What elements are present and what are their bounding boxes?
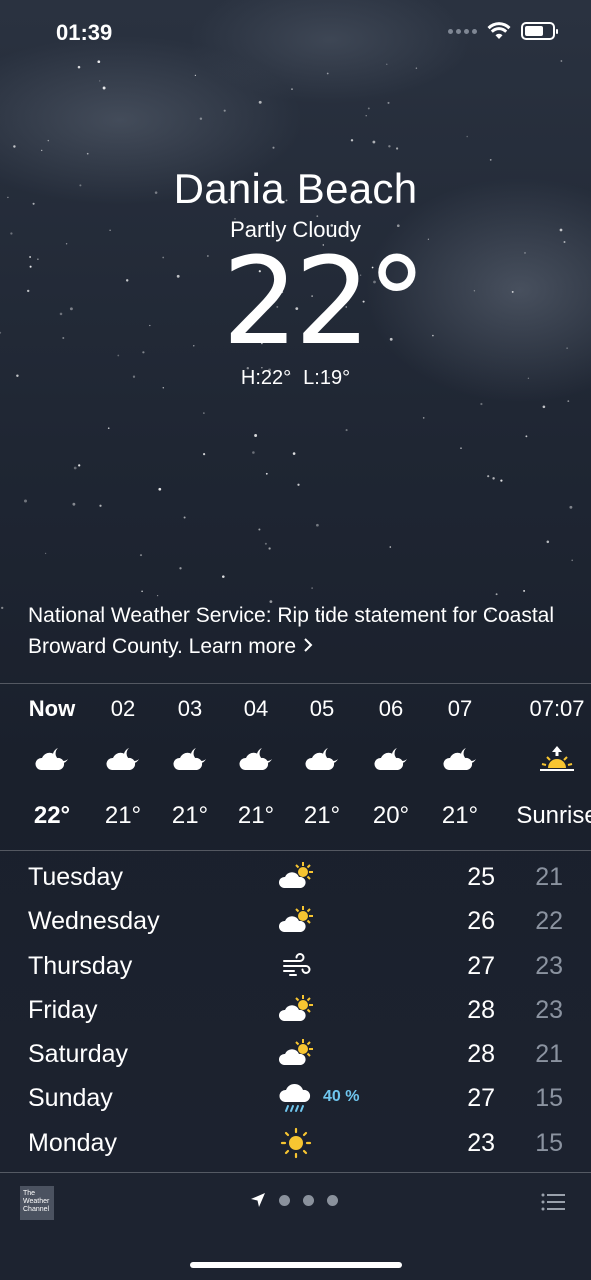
battery-icon xyxy=(521,22,558,40)
hour-label: Now xyxy=(28,696,76,721)
partly-sunny-icon xyxy=(278,1038,316,1070)
day-high: 23 xyxy=(467,1128,495,1157)
day-name: Monday xyxy=(28,1128,117,1157)
day-high: 28 xyxy=(467,995,495,1024)
weather-alert[interactable]: National Weather Service: Rip tide state… xyxy=(28,600,568,662)
chevron-right-icon xyxy=(302,631,314,662)
day-low: 15 xyxy=(535,1128,563,1157)
hour-temperature: 21° xyxy=(303,802,341,829)
day-low: 23 xyxy=(535,995,563,1024)
day-name: Friday xyxy=(28,995,98,1024)
day-low: 22 xyxy=(535,907,563,936)
weather-channel-logo[interactable]: The Weather Channel xyxy=(20,1186,54,1220)
hour-column: Now 22° xyxy=(12,684,92,850)
daily-forecast[interactable]: Tuesday 25 21 Wednesday 26 22 Thursday 27 23 Frid… xyxy=(0,855,591,1165)
list-icon[interactable] xyxy=(541,1192,565,1212)
cellular-signal-icon xyxy=(448,28,477,34)
day-low: 21 xyxy=(535,1040,563,1069)
hourly-forecast[interactable]: Now 22° 02 21° 03 21° 04 21° 05 21° 06 20° 07 21° 07:0… xyxy=(0,684,591,850)
current-weather: Dania Beach Partly Cloudy 22° H:22° L:19… xyxy=(0,165,591,390)
hour-column: 07 21° xyxy=(420,684,500,850)
partly-sunny-icon xyxy=(278,994,316,1026)
hour-column: 06 20° xyxy=(351,684,431,850)
partly-cloudy-night-icon xyxy=(236,744,276,774)
day-name: Saturday xyxy=(28,1040,129,1069)
hour-temperature: 21° xyxy=(441,802,479,829)
day-high: 26 xyxy=(467,907,495,936)
partly-sunny-icon xyxy=(278,905,316,937)
page-dot[interactable] xyxy=(303,1194,314,1206)
day-high: 25 xyxy=(467,863,495,891)
partly-cloudy-night-icon xyxy=(32,744,72,774)
day-high: 28 xyxy=(467,1040,495,1069)
day-row[interactable]: Sunday 40 % 27 15 xyxy=(0,1076,591,1120)
status-time: 01:39 xyxy=(56,20,113,45)
sunny-icon xyxy=(278,1127,316,1159)
day-name: Sunday xyxy=(28,1084,113,1113)
day-row[interactable]: Saturday 28 21 xyxy=(0,1032,591,1076)
precipitation-chance: 40 % xyxy=(323,1088,360,1106)
partly-cloudy-night-icon xyxy=(103,744,143,774)
alert-text: National Weather Service: Rip tide state… xyxy=(28,604,555,658)
low-temperature: L:19° xyxy=(303,367,351,389)
sunrise-icon xyxy=(537,744,577,774)
partly-cloudy-night-icon xyxy=(302,744,342,774)
partly-cloudy-night-icon xyxy=(440,744,480,774)
day-name: Wednesday xyxy=(28,907,160,936)
bottom-bar: The Weather Channel xyxy=(0,1172,591,1280)
day-row[interactable]: Friday 28 23 xyxy=(0,988,591,1032)
hour-label: 05 xyxy=(309,696,335,721)
hour-label: 06 xyxy=(378,696,404,721)
hour-column: 05 21° xyxy=(282,684,362,850)
hour-label: 07:07 xyxy=(529,696,585,721)
partly-cloudy-night-icon xyxy=(170,744,210,774)
day-low: 23 xyxy=(535,951,563,980)
hour-label: 07 xyxy=(447,696,473,721)
day-low: 21 xyxy=(535,863,563,891)
day-low: 15 xyxy=(535,1084,563,1113)
page-dot[interactable] xyxy=(279,1194,290,1206)
hour-temperature: 20° xyxy=(372,802,410,829)
day-high: 27 xyxy=(467,1084,495,1113)
day-name: Thursday xyxy=(28,951,133,980)
day-row[interactable]: Tuesday 25 21 xyxy=(0,855,591,899)
home-indicator[interactable] xyxy=(190,1262,402,1268)
divider xyxy=(0,850,591,851)
page-indicator[interactable] xyxy=(250,1192,338,1208)
day-row[interactable]: Monday 23 15 xyxy=(0,1121,591,1165)
day-row[interactable]: Thursday 27 23 xyxy=(0,944,591,988)
hour-column: 07:07 Sunrise xyxy=(512,684,591,850)
hour-temperature: Sunrise xyxy=(516,802,591,829)
location-arrow-icon xyxy=(251,1193,265,1207)
wifi-icon xyxy=(487,22,511,39)
day-row[interactable]: Wednesday 26 22 xyxy=(0,899,591,943)
status-bar: 01:39 xyxy=(0,0,591,70)
divider xyxy=(0,1172,591,1173)
day-name: Tuesday xyxy=(28,863,123,891)
partly-sunny-icon xyxy=(278,861,316,893)
windy-icon xyxy=(278,950,316,982)
rain-icon xyxy=(278,1082,316,1114)
city-name: Dania Beach xyxy=(173,165,418,212)
hour-temperature: 22° xyxy=(33,802,71,829)
partly-cloudy-night-icon xyxy=(371,744,411,774)
page-dot[interactable] xyxy=(327,1194,338,1206)
day-high: 27 xyxy=(467,951,495,980)
status-icons xyxy=(448,22,558,40)
high-temperature: H:22° xyxy=(240,367,292,389)
current-temperature: 22° xyxy=(222,233,427,372)
